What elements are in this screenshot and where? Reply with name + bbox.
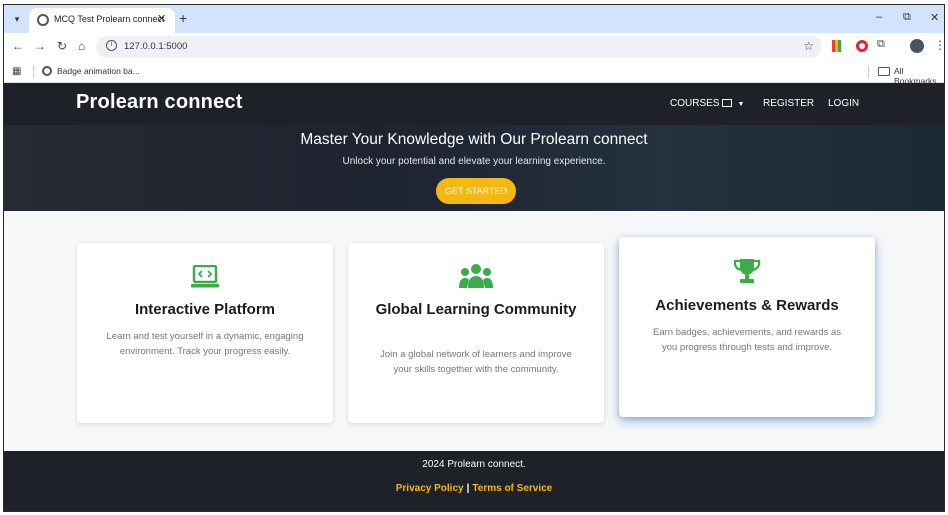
footer-copyright: 2024 Prolearn connect. xyxy=(422,459,526,470)
new-tab-icon[interactable]: + xyxy=(179,10,187,26)
nav-courses-label: COURSES xyxy=(670,98,720,109)
feature-card: Global Learning Community Join a global … xyxy=(348,243,604,423)
site-info-icon[interactable]: i xyxy=(106,40,117,51)
feature-description: Earn badges, achievements, and rewards a… xyxy=(653,327,841,353)
bookmarks-bar: ▦ Badge animation ba... All Bookmarks xyxy=(4,61,944,86)
caret-down-icon: ▼ xyxy=(737,101,745,108)
site-footer: 2024 Prolearn connect. Privacy Policy | Te… xyxy=(4,451,944,511)
browser-toolbar: ← → ↻ ⌂ i 127.0.0.1:5000 ☆ ⧉ ⋮ xyxy=(4,33,944,61)
folder-icon xyxy=(878,67,890,76)
back-icon[interactable]: ← xyxy=(12,39,24,53)
site-header: Prolearn connect COURSES ▼ REGISTER LOGIN xyxy=(4,83,944,125)
tab-search-icon[interactable]: ▾ xyxy=(9,11,25,27)
feature-description: Learn and test yourself in a dynamic, en… xyxy=(106,331,304,357)
opera-extension-icon[interactable] xyxy=(856,40,868,52)
footer-links: Privacy Policy | Terms of Service xyxy=(4,483,944,494)
hero-subtitle: Unlock your potential and elevate your l… xyxy=(342,156,606,167)
feature-card: Interactive Platform Learn and test your… xyxy=(77,243,333,423)
home-icon[interactable]: ⌂ xyxy=(78,39,85,53)
restore-icon[interactable]: ⧉ xyxy=(903,11,911,24)
globe-icon xyxy=(37,14,49,26)
hero-section: Master Your Knowledge with Our Prolearn … xyxy=(4,125,944,211)
tab-strip: ▾ MCQ Test Prolearn connect ✕ + – ⧉ ✕ xyxy=(4,5,944,33)
bookmark-item[interactable]: Badge animation ba... xyxy=(57,66,140,76)
reload-icon[interactable]: ↻ xyxy=(57,39,67,53)
nav-courses-dropdown[interactable]: COURSES ▼ xyxy=(670,98,744,109)
browser-window: ▾ MCQ Test Prolearn connect ✕ + – ⧉ ✕ ← … xyxy=(3,4,945,512)
address-bar[interactable]: i 127.0.0.1:5000 ☆ xyxy=(96,36,822,58)
bookmarks-divider xyxy=(868,65,869,78)
apps-grid-icon[interactable]: ▦ xyxy=(12,66,21,77)
feature-title: Interactive Platform xyxy=(134,301,276,318)
laptop-code-icon xyxy=(191,265,219,288)
get-started-button[interactable]: GET STARTED xyxy=(436,178,516,204)
privacy-policy-link[interactable]: Privacy Policy xyxy=(396,483,464,494)
terms-of-service-link[interactable]: Terms of Service xyxy=(472,483,552,494)
features-section: Interactive Platform Learn and test your… xyxy=(4,211,944,451)
extension-grid-icon[interactable] xyxy=(832,40,844,52)
nav-register-link[interactable]: REGISTER xyxy=(763,98,814,109)
feature-title: Global Learning Community xyxy=(375,301,577,318)
nav-login-link[interactable]: LOGIN xyxy=(828,98,859,109)
url-text[interactable]: 127.0.0.1:5000 xyxy=(124,41,187,52)
trophy-icon xyxy=(733,259,761,283)
browser-tab[interactable]: MCQ Test Prolearn connect ✕ xyxy=(29,8,175,33)
users-icon xyxy=(459,264,493,288)
window-close-icon[interactable]: ✕ xyxy=(930,11,939,24)
footer-separator: | xyxy=(466,483,470,494)
bookmark-star-icon[interactable]: ☆ xyxy=(803,39,814,53)
feature-title: Achievements & Rewards xyxy=(655,297,839,314)
profile-avatar[interactable] xyxy=(910,39,924,53)
hero-title: Master Your Knowledge with Our Prolearn … xyxy=(300,131,648,148)
tab-close-icon[interactable]: ✕ xyxy=(157,12,166,25)
forward-icon[interactable]: → xyxy=(34,39,46,53)
bookmarks-divider xyxy=(33,65,34,78)
site-brand[interactable]: Prolearn connect xyxy=(76,91,243,114)
browser-menu-icon[interactable]: ⋮ xyxy=(934,38,944,52)
feature-card[interactable]: Achievements & Rewards Earn badges, achi… xyxy=(619,237,875,417)
tab-title: MCQ Test Prolearn connect xyxy=(54,14,165,24)
minimize-icon[interactable]: – xyxy=(876,11,882,23)
feature-description: Join a global network of learners and im… xyxy=(380,349,572,375)
extensions-puzzle-icon[interactable]: ⧉ xyxy=(877,38,889,50)
globe-icon xyxy=(42,66,52,76)
book-icon xyxy=(722,99,733,107)
